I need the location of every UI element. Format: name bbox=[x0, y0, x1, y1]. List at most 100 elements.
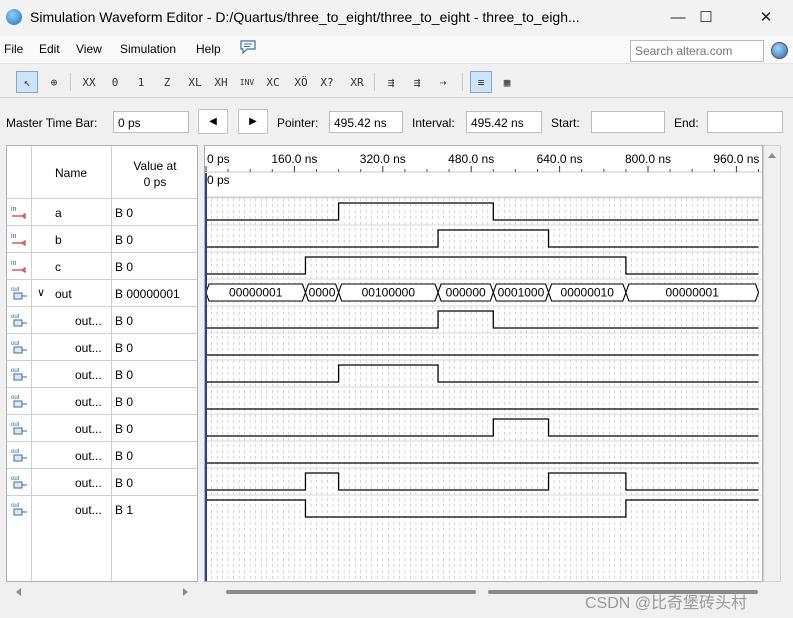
snap-grid-icon[interactable]: ▦ bbox=[496, 71, 518, 93]
master-time-bar-field[interactable]: 0 ps bbox=[113, 111, 189, 133]
start-field[interactable] bbox=[591, 111, 665, 133]
master-time-bar-label: Master Time Bar: bbox=[6, 116, 98, 130]
value-header-line1: Value at bbox=[133, 159, 177, 173]
selection-tool-icon[interactable]: ↖ bbox=[16, 71, 38, 93]
search-input[interactable] bbox=[630, 40, 764, 62]
signal-row[interactable]: out ∨ out B 00000001 bbox=[7, 279, 197, 306]
arrow-left-icon: ◀ bbox=[209, 116, 217, 127]
signal-row[interactable]: out out... B 0 bbox=[7, 414, 197, 441]
generate-netlist-icon[interactable]: ⇢ bbox=[432, 71, 454, 93]
signal-row[interactable]: out out... B 0 bbox=[7, 360, 197, 387]
svg-text:out: out bbox=[11, 422, 20, 428]
menu-help[interactable]: Help bbox=[196, 42, 221, 56]
weak-high-icon[interactable]: XH bbox=[210, 71, 232, 93]
menu-edit[interactable]: Edit bbox=[39, 42, 60, 56]
arrow-right-icon: ▶ bbox=[249, 116, 257, 127]
value-header-line2: 0 ps bbox=[143, 175, 167, 189]
pointer-label: Pointer: bbox=[277, 116, 319, 130]
signal-name: out... bbox=[75, 503, 102, 517]
signal-name: a bbox=[55, 206, 62, 220]
value-column-header[interactable]: Value at 0 ps bbox=[127, 158, 183, 190]
signal-name: b bbox=[55, 233, 62, 247]
waveform-canvas[interactable]: 0 ps 160.0 ns 320.0 ns 480.0 ns 640.0 ns 800.… bbox=[205, 146, 762, 581]
signal-row[interactable]: out out... B 0 bbox=[7, 333, 197, 360]
time-tick-label: 800.0 ns bbox=[625, 152, 671, 166]
expand-chevron-icon[interactable]: ∨ bbox=[37, 286, 45, 299]
run-functional-sim-icon[interactable]: ⇶ bbox=[380, 71, 402, 93]
run-timing-sim-icon[interactable]: ⇶ bbox=[406, 71, 428, 93]
time-tick-label: 160.0 ns bbox=[271, 152, 317, 166]
signal-value: B 0 bbox=[115, 341, 134, 355]
signal-name: out bbox=[55, 287, 72, 301]
bus-segment-label: 00100000 bbox=[362, 286, 416, 300]
high-impedance-icon[interactable]: Z bbox=[156, 71, 178, 93]
waveform-b bbox=[206, 229, 759, 248]
name-column-header[interactable]: Name bbox=[55, 166, 87, 180]
forcing-high-icon[interactable]: 1 bbox=[130, 71, 152, 93]
end-label: End: bbox=[674, 116, 699, 130]
output-pin-icon: out bbox=[11, 449, 27, 462]
signal-name: out... bbox=[75, 368, 102, 382]
toolbar-separator bbox=[374, 73, 375, 91]
time-tick-label: 320.0 ns bbox=[360, 152, 406, 166]
time-tick-label: 640.0 ns bbox=[537, 152, 583, 166]
globe-icon[interactable] bbox=[771, 42, 788, 59]
signal-name: out... bbox=[75, 422, 102, 436]
signal-name: c bbox=[55, 260, 61, 274]
vertical-scrollbar[interactable] bbox=[763, 145, 781, 582]
pointer-field[interactable]: 495.42 ns bbox=[329, 111, 403, 133]
chat-bubble-icon[interactable] bbox=[240, 40, 256, 54]
menu-simulation[interactable]: Simulation bbox=[120, 42, 176, 56]
next-transition-button[interactable]: ▶ bbox=[238, 109, 268, 134]
title-bar: Simulation Waveform Editor - D:/Quartus/… bbox=[0, 0, 793, 36]
output-pin-icon: out bbox=[11, 368, 27, 381]
signal-row[interactable]: out out... B 0 bbox=[7, 468, 197, 495]
end-field[interactable] bbox=[707, 111, 783, 133]
maximize-button[interactable]: ☐ bbox=[683, 0, 729, 34]
signal-value: B 0 bbox=[115, 422, 134, 436]
arbitrary-value-icon[interactable]: X? bbox=[316, 71, 338, 93]
signal-row[interactable]: out out... B 0 bbox=[7, 306, 197, 333]
scroll-up-icon[interactable] bbox=[764, 146, 780, 166]
names-horizontal-scrollbar[interactable] bbox=[6, 584, 198, 600]
signal-row[interactable]: in a B 0 bbox=[7, 198, 197, 225]
bus-segment-label: 0000 bbox=[309, 286, 336, 300]
signal-row[interactable]: out out... B 1 bbox=[7, 495, 197, 522]
scroll-right-icon bbox=[183, 588, 188, 596]
zoom-tool-icon[interactable]: ⊕ bbox=[43, 71, 65, 93]
svg-text:in: in bbox=[11, 233, 17, 240]
signal-value: B 0 bbox=[115, 449, 134, 463]
signal-name: out... bbox=[75, 449, 102, 463]
signal-value: B 0 bbox=[115, 260, 134, 274]
toolbar-separator bbox=[70, 73, 71, 91]
signal-value: B 00000001 bbox=[115, 287, 180, 301]
weak-low-icon[interactable]: XL bbox=[184, 71, 206, 93]
menu-file[interactable]: File bbox=[4, 42, 23, 56]
waveform-view-icon[interactable]: ≡ bbox=[470, 71, 492, 93]
menu-view[interactable]: View bbox=[76, 42, 102, 56]
signal-row[interactable]: out out... B 0 bbox=[7, 387, 197, 414]
cursor-time-label: 0 ps bbox=[207, 173, 230, 187]
input-pin-icon: in bbox=[11, 260, 26, 274]
invert-icon[interactable]: INV bbox=[236, 71, 258, 93]
signal-row[interactable]: in c B 0 bbox=[7, 252, 197, 279]
output-pin-icon: out bbox=[11, 503, 27, 516]
signal-list-panel: Name Value at 0 ps in a B 0 in b B 0 in c B 0 out… bbox=[6, 145, 198, 583]
forcing-low-icon[interactable]: 0 bbox=[104, 71, 126, 93]
time-tick-label: 960.0 ns bbox=[713, 152, 759, 166]
svg-text:out: out bbox=[11, 449, 20, 455]
random-value-icon[interactable]: XR bbox=[346, 71, 368, 93]
prev-transition-button[interactable]: ◀ bbox=[198, 109, 228, 134]
interval-field[interactable]: 495.42 ns bbox=[466, 111, 542, 133]
signal-row[interactable]: in b B 0 bbox=[7, 225, 197, 252]
svg-text:out: out bbox=[11, 476, 20, 482]
overwrite-clock-icon[interactable]: XÖ bbox=[290, 71, 312, 93]
forcing-unknown-icon[interactable]: XX bbox=[78, 71, 100, 93]
waveform-out[0] bbox=[206, 499, 759, 518]
input-pin-icon: in bbox=[11, 233, 26, 247]
count-value-icon[interactable]: XC bbox=[262, 71, 284, 93]
close-button[interactable]: ✕ bbox=[743, 0, 789, 34]
signal-row[interactable]: out out... B 0 bbox=[7, 441, 197, 468]
waveform-panel[interactable]: 0 ps 160.0 ns 320.0 ns 480.0 ns 640.0 ns 800.… bbox=[204, 145, 763, 582]
output-pin-icon: out bbox=[11, 314, 27, 327]
